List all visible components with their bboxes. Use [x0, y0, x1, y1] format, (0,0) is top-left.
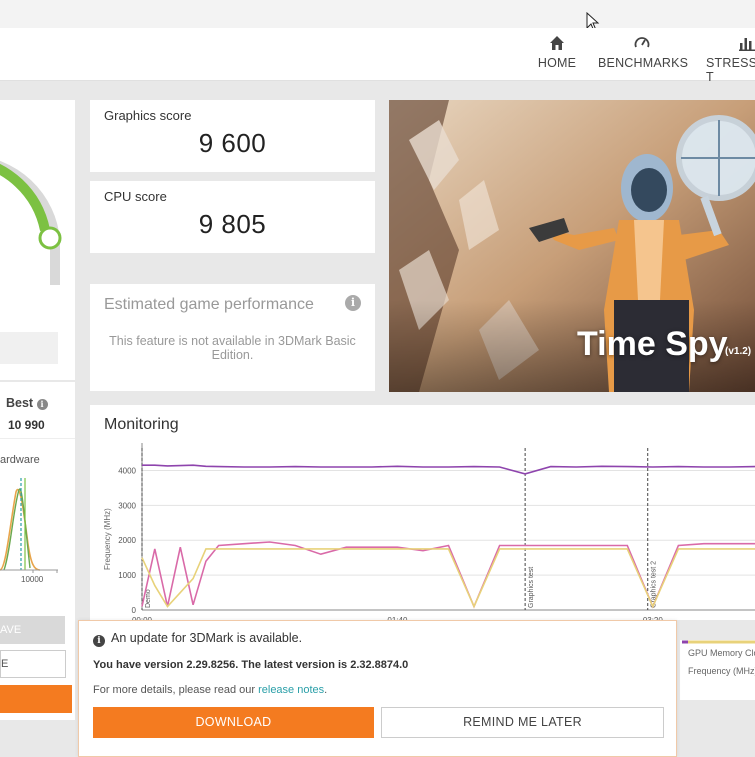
details-suffix: . [324, 684, 328, 696]
graphics-score-label: Graphics score [104, 108, 192, 123]
gauge-icon [634, 37, 650, 48]
series-line-2 [141, 548, 755, 609]
save-button[interactable]: AVE [0, 616, 65, 644]
gauge-handle [38, 226, 62, 250]
save-button-label: AVE [0, 624, 22, 636]
details-prefix: For more details, please read our [93, 684, 259, 696]
divider [0, 438, 75, 439]
score-distribution-card: Best i 10 990 ardware 10000 AVE E [0, 382, 75, 720]
best-label: Best [6, 396, 34, 410]
y-tick-label: 1000 [118, 571, 136, 580]
nav-benchmarks-label: BENCHMARKS [598, 56, 689, 70]
score-gauge [0, 160, 62, 364]
marker-label: Graphics test [528, 567, 535, 608]
release-notes-link[interactable]: release notes [258, 684, 324, 696]
cpu-score-card: CPU score 9 805 [90, 181, 375, 253]
hero-version: (v1.2) [725, 346, 752, 357]
secondary-button[interactable]: E [0, 650, 66, 678]
secondary-button-label: E [1, 658, 9, 670]
y-tick-label: 0 [132, 606, 137, 615]
nav-stress-tests[interactable]: STRESS T [706, 34, 755, 84]
marker-label: Graphics test 2 [651, 561, 658, 608]
legend-gpu-memory: GPU Memory Clo [688, 648, 755, 658]
y-axis-label: Frequency (MHz) [103, 508, 112, 570]
top-navigation-bar: HOME BENCHMARKS STRESS T [0, 28, 755, 84]
download-button[interactable]: DOWNLOAD [93, 707, 374, 738]
bar-chart-icon [739, 38, 755, 51]
monitoring-card: Monitoring 0 1000 2000 3000 4000 Frequency (M… [90, 405, 755, 620]
remind-me-later-button[interactable]: REMIND ME LATER [381, 707, 664, 738]
update-notification-popup: i An update for 3DMark is available. You … [78, 620, 677, 757]
info-icon[interactable]: i [345, 295, 361, 311]
best-info-icon[interactable]: i [36, 399, 48, 410]
score-distribution-chart [0, 478, 58, 573]
window-top-strip [0, 0, 755, 29]
y-tick-label: 3000 [118, 501, 136, 510]
distribution-axis-tick: 10000 [21, 575, 44, 584]
hero-title: Time Spy [577, 325, 728, 363]
hardware-label: ardware [0, 454, 40, 466]
best-value: 10 990 [8, 418, 45, 432]
monitoring-legend: GPU Memory Clo Frequency (MHz) [680, 640, 755, 700]
y-tick-label: 4000 [118, 466, 136, 475]
gauge-footer-box [0, 332, 58, 364]
time-spy-hero-image: Time Spy (v1.2) [389, 100, 755, 392]
distribution-curve [0, 488, 41, 571]
marker-label: Demo [145, 589, 152, 608]
monitoring-chart: 01000200030004000Frequency (MHz)00:0001:… [103, 443, 755, 620]
nav-home-label: HOME [537, 56, 577, 70]
update-header-text: An update for 3DMark is available. [111, 631, 303, 645]
cpu-score-value: 9 805 [198, 209, 267, 239]
home-icon [550, 36, 564, 50]
score-gauge-card [0, 100, 75, 380]
nav-home[interactable]: HOME [537, 34, 577, 70]
info-icon: i [93, 635, 105, 647]
primary-action-button[interactable] [0, 685, 72, 713]
version-info: You have version 2.29.8256. The latest v… [93, 659, 409, 671]
legend-frequency: Frequency (MHz) [688, 666, 755, 676]
distribution-curve-2 [3, 488, 31, 571]
nav-benchmarks[interactable]: BENCHMARKS [598, 34, 689, 70]
nav-stress-label: STRESS T [706, 56, 755, 84]
estimated-title: Estimated game performance [104, 296, 314, 313]
series-line-0 [142, 464, 755, 475]
estimated-game-performance-card: Estimated game performance i This featur… [90, 284, 375, 391]
cpu-score-label: CPU score [104, 189, 167, 204]
y-tick-label: 2000 [118, 536, 136, 545]
update-header: i An update for 3DMark is available. [93, 631, 302, 647]
graphics-score-card: Graphics score 9 600 [90, 100, 375, 172]
graphics-score-value: 9 600 [198, 128, 267, 158]
details-text: For more details, please read our releas… [93, 684, 327, 696]
estimated-body: This feature is not available in 3DMark … [109, 334, 356, 362]
series-line-1 [141, 541, 755, 609]
